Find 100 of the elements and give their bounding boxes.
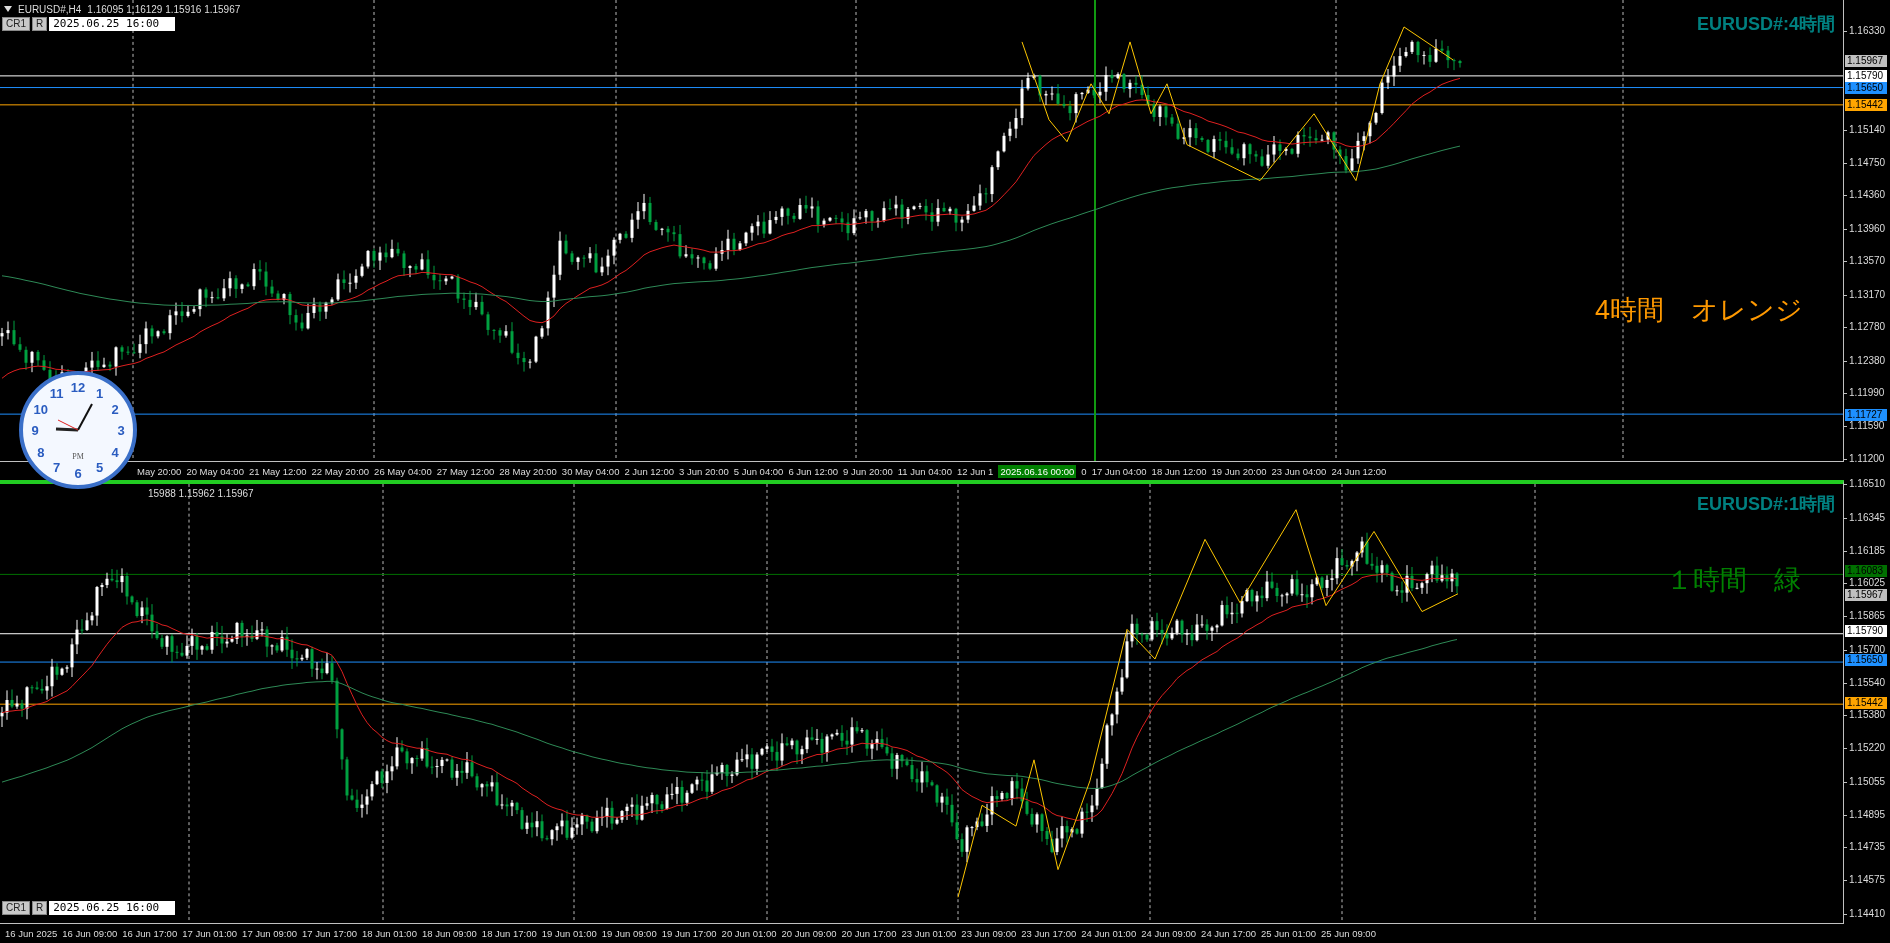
price-tag: 1.16083 (1845, 565, 1887, 578)
chart-title: EURUSD#:1時間 (1696, 493, 1835, 516)
time-axis-label: 19 Jun 17:00 (661, 927, 717, 939)
date-field[interactable]: 2025.06.25 16:00 (49, 17, 176, 31)
clock-numeral: 10 (33, 401, 49, 417)
price-tick-label: 1.15055 (1844, 775, 1886, 788)
time-axis-label: 24 Jun 17:00 (1201, 927, 1257, 939)
clock-numeral: 4 (111, 444, 119, 460)
clock-numeral: 9 (31, 423, 39, 438)
time-axis-label: 6 Jun 12:00 (788, 465, 839, 477)
time-axis-label: 12 Jun 1 (956, 465, 994, 477)
clock-numeral: 12 (70, 380, 86, 395)
price-tick-label: 1.15220 (1844, 742, 1886, 755)
time-axis-label: 18 Jun 01:00 (362, 927, 417, 939)
time-axis-label: 22 May 20:00 (311, 465, 370, 477)
price-tick-label: 1.14360 (1844, 189, 1886, 202)
chart-symbol: EURUSD#,H4 (18, 3, 82, 15)
price-tick-label: 1.14895 (1844, 808, 1886, 821)
price-tick-label: 1.14735 (1844, 841, 1886, 854)
clock-numeral: 7 (52, 460, 61, 476)
time-axis-label: May 20:00 (137, 465, 182, 477)
time-axis-label: 28 May 20:00 (499, 465, 557, 477)
clock-numeral: 2 (111, 401, 119, 417)
price-tick-label: 1.12780 (1844, 321, 1886, 334)
time-axis-label: 19 Jun 09:00 (601, 927, 657, 939)
price-tag: 1.15790 (1845, 625, 1887, 638)
panel-button[interactable]: CR1 (2, 901, 30, 915)
price-tag: 1.15967 (1845, 55, 1887, 68)
time-axis-label: 17 Jun 01:00 (182, 927, 238, 939)
time-cursor-label: 2025.06.16 00:00 (998, 464, 1077, 478)
time-axis-label: 17 Jun 04:00 (1091, 465, 1147, 477)
price-tick-label: 1.15380 (1844, 709, 1886, 722)
time-axis-label: 18 Jun 12:00 (1151, 465, 1207, 477)
date-field[interactable]: 2025.06.25 16:00 (49, 901, 176, 915)
price-tick-label: 1.11200 (1844, 453, 1885, 465)
time-axis-label: 17 Jun 09:00 (242, 927, 298, 939)
time-axis-label: 3 Jun 20:00 (679, 465, 729, 477)
clock-hands-icon (55, 403, 93, 432)
time-axis-label: 25 Jun 01:00 (1261, 927, 1316, 939)
price-tick-label: 1.15140 (1844, 124, 1886, 137)
time-axis-label: 5 Jun 04:00 (733, 465, 784, 477)
price-tick-label: 1.16510 (1844, 478, 1886, 490)
clock-numeral: 3 (117, 423, 125, 438)
price-tick-label: 1.13960 (1844, 222, 1886, 235)
price-tick-label: 1.15700 (1844, 643, 1886, 656)
price-tick-label: 1.15865 (1844, 610, 1886, 623)
price-tag: 1.15650 (1845, 654, 1887, 667)
clock-meridiem: PM (72, 452, 84, 461)
time-axis-label: 2 Jun 12:00 (624, 465, 675, 477)
time-axis-label: 23 Jun 01:00 (901, 927, 957, 939)
time-axis-label: 25 Jun 09:00 (1321, 927, 1376, 939)
price-tick-label: 1.11590 (1844, 420, 1885, 433)
clock-numeral: 11 (49, 385, 64, 401)
price-tag: 1.15442 (1845, 99, 1887, 112)
time-axis-label: 20 Jun 01:00 (721, 927, 777, 939)
time-axis-label: 0 (1081, 465, 1087, 477)
price-readout: 15988 1.15962 1.15967 (148, 487, 254, 499)
price-tick-label: 1.13170 (1844, 288, 1886, 301)
price-tag: 1.15442 (1845, 696, 1887, 709)
time-axis-label: 9 Jun 20:00 (843, 465, 893, 477)
time-axis-label: 24 Jun 01:00 (1081, 927, 1137, 939)
time-axis-label: 18 Jun 17:00 (481, 927, 537, 939)
panel-button[interactable]: CR1 (2, 17, 30, 31)
price-tick-label: 1.16185 (1844, 544, 1886, 557)
price-tick-label: 1.14575 (1844, 874, 1886, 887)
time-axis-label: 19 Jun 01:00 (541, 927, 597, 939)
time-axis-label: 11 Jun 04:00 (897, 465, 952, 477)
clock-numeral: 6 (74, 466, 82, 481)
time-axis-label: 20 Jun 09:00 (781, 927, 837, 939)
time-axis-label: 16 Jun 2025 (5, 927, 58, 939)
price-tag: 1.15790 (1845, 70, 1887, 83)
dropdown-triangle-icon[interactable] (4, 6, 12, 12)
price-tick-label: 1.12380 (1844, 354, 1886, 367)
time-axis-label: 21 May 12:00 (248, 465, 307, 477)
time-axis-label: 26 May 04:00 (374, 465, 432, 477)
time-axis-label: 20 May 04:00 (186, 465, 244, 477)
price-tag: 1.15967 (1845, 589, 1887, 602)
panel-button[interactable]: R (32, 17, 48, 31)
time-axis-label: 23 Jun 17:00 (1021, 927, 1077, 939)
price-tick-label: 1.15540 (1844, 676, 1886, 689)
time-axis-label: 27 May 12:00 (436, 465, 495, 477)
time-axis-label: 16 Jun 09:00 (62, 927, 118, 939)
price-tick-label: 1.14410 (1844, 908, 1886, 920)
clock-numeral: 1 (95, 385, 104, 401)
time-axis-label: 24 Jun 12:00 (1331, 465, 1387, 477)
time-axis-label: 17 Jun 17:00 (302, 927, 357, 939)
time-axis-label: 23 Jun 09:00 (961, 927, 1017, 939)
price-tick-label: 1.16025 (1844, 577, 1886, 590)
price-tag: 1.11727 (1845, 409, 1887, 422)
chart-title: EURUSD#:4時間 (1696, 13, 1835, 36)
panel-button[interactable]: R (32, 901, 48, 915)
time-axis-label: 23 Jun 04:00 (1271, 465, 1327, 477)
time-axis-label: 20 Jun 17:00 (841, 927, 897, 939)
time-axis-label: 24 Jun 09:00 (1141, 927, 1197, 939)
clock-numeral: 8 (37, 444, 45, 460)
time-axis-label: 30 May 04:00 (561, 465, 620, 477)
price-tick-label: 1.16345 (1844, 511, 1886, 524)
clock-numeral: 5 (95, 460, 104, 476)
price-tick-label: 1.16330 (1844, 25, 1886, 37)
time-axis-label: 19 Jun 20:00 (1211, 465, 1267, 477)
